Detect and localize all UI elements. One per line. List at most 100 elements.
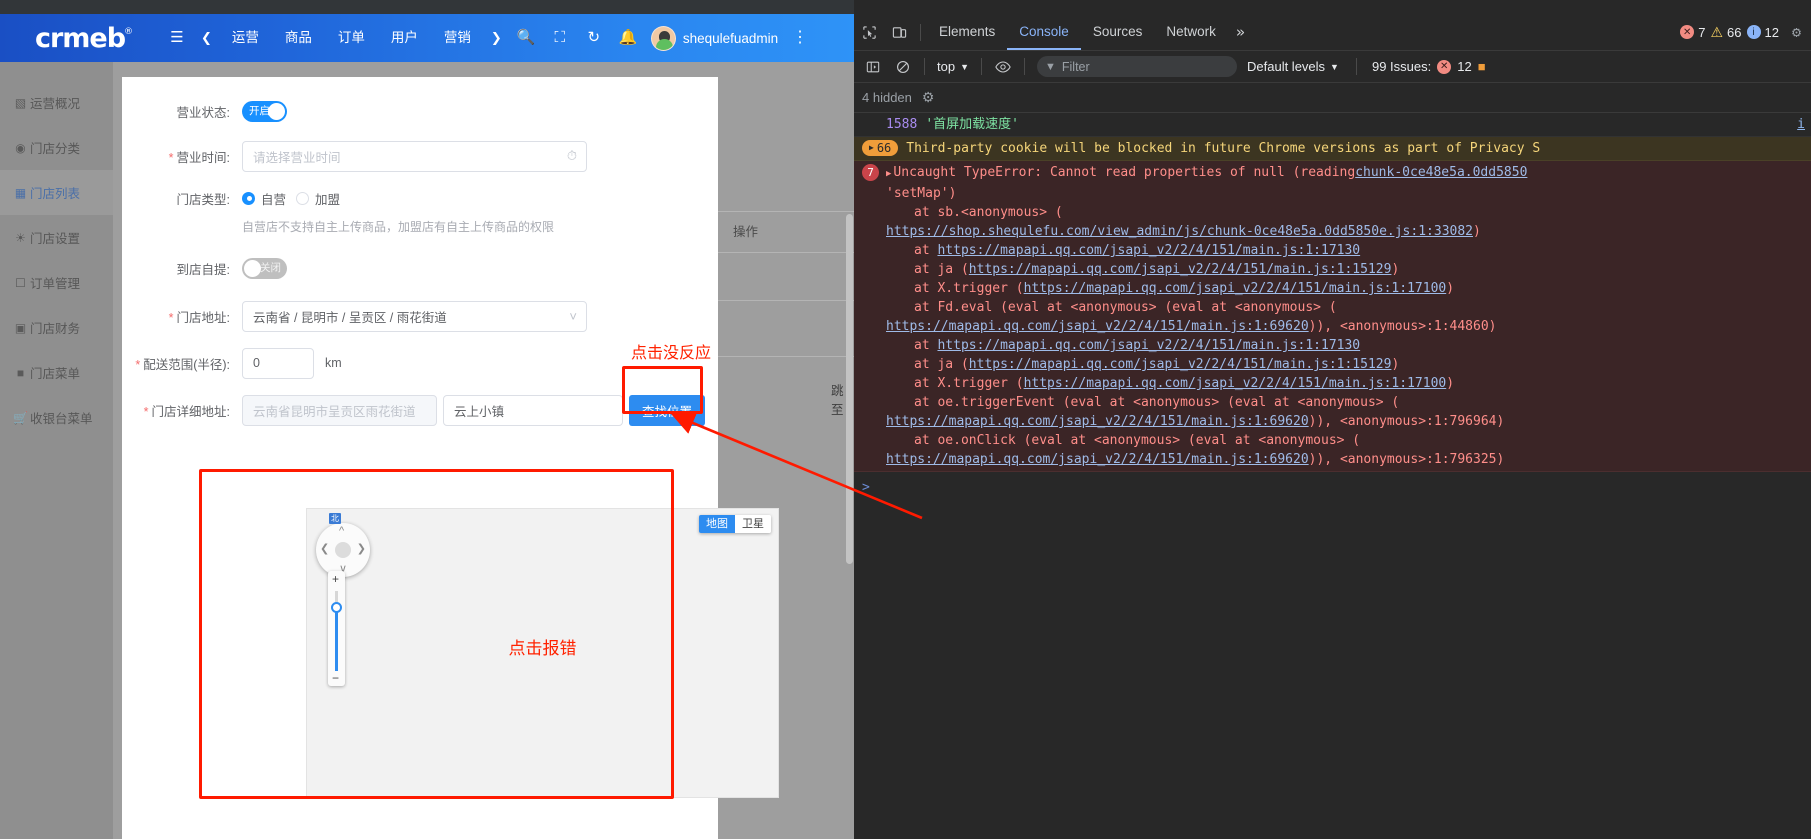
error-source-link[interactable]: chunk-0ce48e5a.0dd5850 <box>1355 163 1527 182</box>
clear-console-icon[interactable] <box>888 53 918 81</box>
zoom-thumb[interactable] <box>331 602 342 613</box>
crmeb-logo[interactable]: crmeb ® <box>0 23 160 54</box>
required-mark: * <box>168 150 174 165</box>
warning-count-pill[interactable]: ▶ 66 <box>862 140 899 156</box>
pan-right-icon[interactable]: ❯ <box>357 542 366 555</box>
map-layer-map-button[interactable]: 地图 <box>699 515 735 533</box>
issues-summary[interactable]: 99 Issues: ✕ 12 ■ <box>1364 59 1486 74</box>
console-sidebar-icon[interactable] <box>858 53 888 81</box>
error-count[interactable]: ✕ 7 <box>1680 25 1705 40</box>
error-stack-line: https://mapapi.qq.com/jsapi_v2/2/4/151/m… <box>886 414 1505 429</box>
sidebar-item-operation-overview[interactable]: ▧ 运营概况 <box>0 80 113 125</box>
info-icon: i <box>1746 25 1761 39</box>
more-vertical-icon[interactable]: ⋮ <box>792 14 808 62</box>
refresh-icon[interactable]: ↻ <box>577 14 611 62</box>
sidebar-item-cashier-menu[interactable]: 🛒 收银台菜单 <box>0 395 113 440</box>
stack-frame-link[interactable]: https://mapapi.qq.com/jsapi_v2/2/4/151/m… <box>886 414 1309 429</box>
filter-icon: ▼ <box>1045 60 1056 73</box>
console-levels-select[interactable]: Default levels ▼ <box>1237 59 1349 74</box>
cart-icon: 🛒 <box>13 410 28 425</box>
warning-count[interactable]: ⚠ 66 <box>1710 24 1741 41</box>
map-zoom-slider[interactable]: + − <box>328 571 345 686</box>
chevron-left-icon[interactable]: ❮ <box>194 14 219 62</box>
business-hours-input[interactable]: 请选择营业时间 ⏱ <box>242 140 587 172</box>
user-name[interactable]: shequlefuadmin <box>683 31 778 46</box>
tab-network[interactable]: Network <box>1154 14 1228 50</box>
map-layer-satellite-button[interactable]: 卫星 <box>735 515 771 533</box>
nav-item-marketing[interactable]: 营销 <box>431 14 484 62</box>
console-filter-input[interactable]: ▼ Filter <box>1037 56 1237 77</box>
circle-dot-icon: ◉ <box>15 140 26 155</box>
pan-left-icon[interactable]: ❮ <box>320 542 329 555</box>
chevron-right-icon[interactable]: ❯ <box>484 14 509 62</box>
nav-item-orders[interactable]: 订单 <box>325 14 378 62</box>
log-source-link[interactable]: i <box>1797 115 1807 134</box>
chevron-double-right-icon[interactable]: » <box>1228 23 1253 41</box>
warning-count-value: 66 <box>876 141 892 155</box>
fullscreen-icon[interactable]: ⛶ <box>543 14 577 62</box>
stack-frame-link[interactable]: https://mapapi.qq.com/jsapi_v2/2/4/151/m… <box>1024 281 1447 296</box>
delivery-range-input[interactable]: 0 <box>242 347 314 379</box>
error-stack-line: https://mapapi.qq.com/jsapi_v2/2/4/151/m… <box>886 452 1505 467</box>
self-pickup-toggle[interactable]: 关闭 <box>242 257 287 279</box>
gear-icon[interactable]: ⚙ <box>1784 23 1801 41</box>
required-mark: * <box>135 357 141 372</box>
sidebar-item-order-management[interactable]: ☐ 订单管理 <box>0 260 113 305</box>
detail-address-input[interactable]: 云上小镇 <box>443 394 623 426</box>
log-message: '首屏加载速度' <box>925 117 1019 132</box>
zoom-in-icon[interactable]: + <box>332 573 339 585</box>
triangle-right-icon[interactable]: ▶ <box>886 169 891 179</box>
sidebar-item-store-category[interactable]: ◉ 门店分类 <box>0 125 113 170</box>
inspect-element-icon[interactable] <box>854 18 884 46</box>
info-count[interactable]: i 12 <box>1746 25 1779 40</box>
store-address-cascader[interactable]: 云南省 / 昆明市 / 呈贡区 / 雨花街道 ˅ <box>242 300 587 332</box>
find-location-button[interactable]: 查找位置 <box>629 394 706 426</box>
clock-icon[interactable]: ⏱ <box>567 148 577 164</box>
radio-dot <box>242 191 255 205</box>
stack-frame-link[interactable]: https://mapapi.qq.com/jsapi_v2/2/4/151/m… <box>886 319 1309 334</box>
stack-frame-link[interactable]: https://mapapi.qq.com/jsapi_v2/2/4/151/m… <box>937 338 1360 353</box>
nav-item-operation[interactable]: 运营 <box>219 14 272 62</box>
radio-self-operated[interactable]: 自营 <box>242 189 286 208</box>
avatar[interactable] <box>650 25 676 51</box>
search-icon[interactable]: 🔍 <box>509 14 543 62</box>
tab-elements[interactable]: Elements <box>927 14 1007 50</box>
stack-frame-link[interactable]: https://mapapi.qq.com/jsapi_v2/2/4/151/m… <box>969 357 1392 372</box>
sidebar-item-store-settings[interactable]: ☀ 门店设置 <box>0 215 113 260</box>
chevron-down-icon[interactable]: ˅ <box>569 309 577 324</box>
live-expression-icon[interactable] <box>988 53 1018 81</box>
map-container[interactable]: ^ ∨ ❮ ❯ 北 + − 地图 卫星 点击报错 <box>306 508 779 798</box>
stack-frame-link[interactable]: https://mapapi.qq.com/jsapi_v2/2/4/151/m… <box>969 262 1392 277</box>
console-log-row[interactable]: 1588 '首屏加载速度' i <box>854 113 1811 137</box>
device-toolbar-icon[interactable] <box>884 18 914 46</box>
prompt-caret: > <box>862 480 870 495</box>
gear-icon[interactable]: ⚙ <box>922 89 935 106</box>
nav-item-goods[interactable]: 商品 <box>272 14 325 62</box>
tab-console[interactable]: Console <box>1007 14 1081 50</box>
console-prompt[interactable]: > <box>854 472 1811 503</box>
content-scrollbar[interactable] <box>846 214 853 564</box>
tab-sources[interactable]: Sources <box>1081 14 1155 50</box>
bell-icon[interactable]: 🔔 <box>611 14 645 62</box>
zoom-out-icon[interactable]: − <box>332 672 339 684</box>
radio-franchise[interactable]: 加盟 <box>296 189 340 208</box>
sidebar-item-store-finance[interactable]: ▣ 门店财务 <box>0 305 113 350</box>
pan-up-icon[interactable]: ^ <box>339 525 344 537</box>
compass-pan-icon[interactable]: ^ ∨ ❮ ❯ <box>316 523 370 577</box>
stack-frame-link[interactable]: https://mapapi.qq.com/jsapi_v2/2/4/151/m… <box>886 452 1309 467</box>
stack-frame-link[interactable]: https://mapapi.qq.com/jsapi_v2/2/4/151/m… <box>937 243 1360 258</box>
stack-frame-link[interactable]: https://mapapi.qq.com/jsapi_v2/2/4/151/m… <box>1024 376 1447 391</box>
detail-address-region-input[interactable]: 云南省昆明市呈贡区雨花街道 <box>242 394 437 426</box>
error-count-pill[interactable]: 7 <box>862 164 879 181</box>
console-error-row[interactable]: 7 ▶ Uncaught TypeError: Cannot read prope… <box>854 161 1811 472</box>
stack-frame-link[interactable]: https://shop.shequlefu.com/view_admin/js… <box>886 224 1473 239</box>
nav-item-users[interactable]: 用户 <box>378 14 431 62</box>
business-status-toggle[interactable]: 开启 <box>242 100 287 122</box>
sidebar-item-store-list[interactable]: ▦ 门店列表 <box>0 170 113 215</box>
self-pickup-label: 到店自提: <box>176 262 230 277</box>
compass-center[interactable] <box>335 542 351 558</box>
menu-collapse-icon[interactable]: ☰ <box>160 14 194 62</box>
execution-context-select[interactable]: top ▼ <box>931 59 975 74</box>
sidebar-item-store-menu[interactable]: ■ 门店菜单 <box>0 350 113 395</box>
console-warning-row[interactable]: ▶ 66 Third-party cookie will be blocked … <box>854 137 1811 161</box>
